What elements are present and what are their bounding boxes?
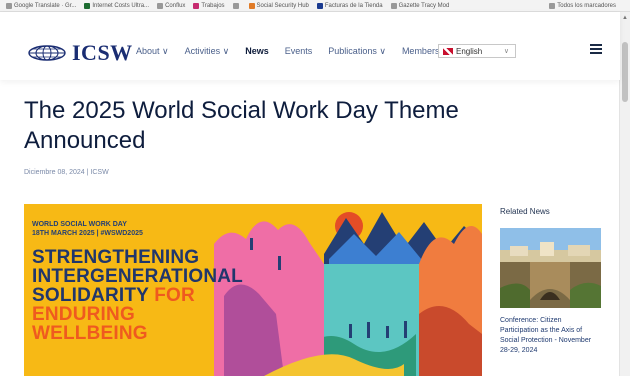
related-news-heading: Related News <box>500 207 550 216</box>
nav-about[interactable]: About ∨ <box>136 46 169 57</box>
chevron-down-icon: ∨ <box>222 46 230 56</box>
language-select[interactable]: English ∨ <box>438 44 516 58</box>
folder-icon <box>549 2 556 9</box>
chevron-down-icon: ∨ <box>379 46 386 56</box>
related-news-thumbnail[interactable] <box>500 228 601 308</box>
globe-logo-icon <box>28 45 66 61</box>
hamburger-menu-icon[interactable] <box>590 44 602 56</box>
related-news-caption[interactable]: Conference: Citizen Participation as the… <box>500 316 601 356</box>
logo-text: ICSW <box>72 40 133 65</box>
nav-news[interactable]: News <box>245 46 269 57</box>
article-title: The 2025 World Social Work Day Theme Ann… <box>24 97 459 154</box>
all-bookmarks[interactable]: Todos los marcadores <box>549 2 616 9</box>
bookmark-item[interactable]: Social Security Hub <box>248 2 309 9</box>
nav-publications[interactable]: Publications ∨ <box>328 46 386 57</box>
chevron-down-icon: ∨ <box>162 46 169 56</box>
related-news-card[interactable]: Conference: Citizen Participation as the… <box>500 228 601 356</box>
bookmark-item[interactable]: Gazette Tracy Mod <box>390 2 449 9</box>
bookmark-item[interactable]: Internet Costs Ultra... <box>84 2 149 9</box>
bookmark-item[interactable]: Conflux <box>157 2 185 9</box>
bookmark-icon <box>390 2 397 9</box>
bookmark-icon <box>232 2 239 9</box>
bookmark-item[interactable]: Facturas de la Tienda <box>316 2 383 9</box>
bookmark-icon <box>248 2 255 9</box>
page-scrollbar[interactable]: ▲ <box>619 12 630 376</box>
bookmark-icon <box>316 2 323 9</box>
bookmarks-bar: Google Translate · Gr... Internet Costs … <box>0 0 630 12</box>
bookmark-icon <box>6 2 12 9</box>
bookmark-icon <box>84 2 91 9</box>
nav-events[interactable]: Events <box>285 46 313 57</box>
uk-flag-icon <box>443 47 453 55</box>
hero-headline: STRENGTHENING INTERGENERATIONAL SOLIDARI… <box>32 247 243 344</box>
hero-kicker: WORLD SOCIAL WORK DAY 18TH MARCH 2025 | … <box>32 221 143 237</box>
site-header: ICSW About ∨ Activities ∨ News Events Pu… <box>0 12 620 80</box>
article-meta: Diciembre 08, 2024 | ICSW <box>24 169 109 176</box>
bridge-photo-icon <box>500 228 601 308</box>
site-logo[interactable]: ICSW <box>28 40 133 66</box>
bookmark-item[interactable]: Trabajos <box>193 2 225 9</box>
chevron-down-icon: ∨ <box>503 48 509 55</box>
nav-activities[interactable]: Activities ∨ <box>185 46 230 57</box>
bookmark-item[interactable] <box>232 2 241 9</box>
bookmark-icon <box>157 2 164 9</box>
bookmark-item[interactable]: Google Translate · Gr... <box>6 2 76 9</box>
scroll-up-icon[interactable]: ▲ <box>622 15 628 21</box>
hero-banner-image: WORLD SOCIAL WORK DAY 18TH MARCH 2025 | … <box>24 204 482 376</box>
main-nav: About ∨ Activities ∨ News Events Publica… <box>136 46 449 57</box>
scrollbar-thumb[interactable] <box>622 42 628 102</box>
bookmark-icon <box>193 2 200 9</box>
